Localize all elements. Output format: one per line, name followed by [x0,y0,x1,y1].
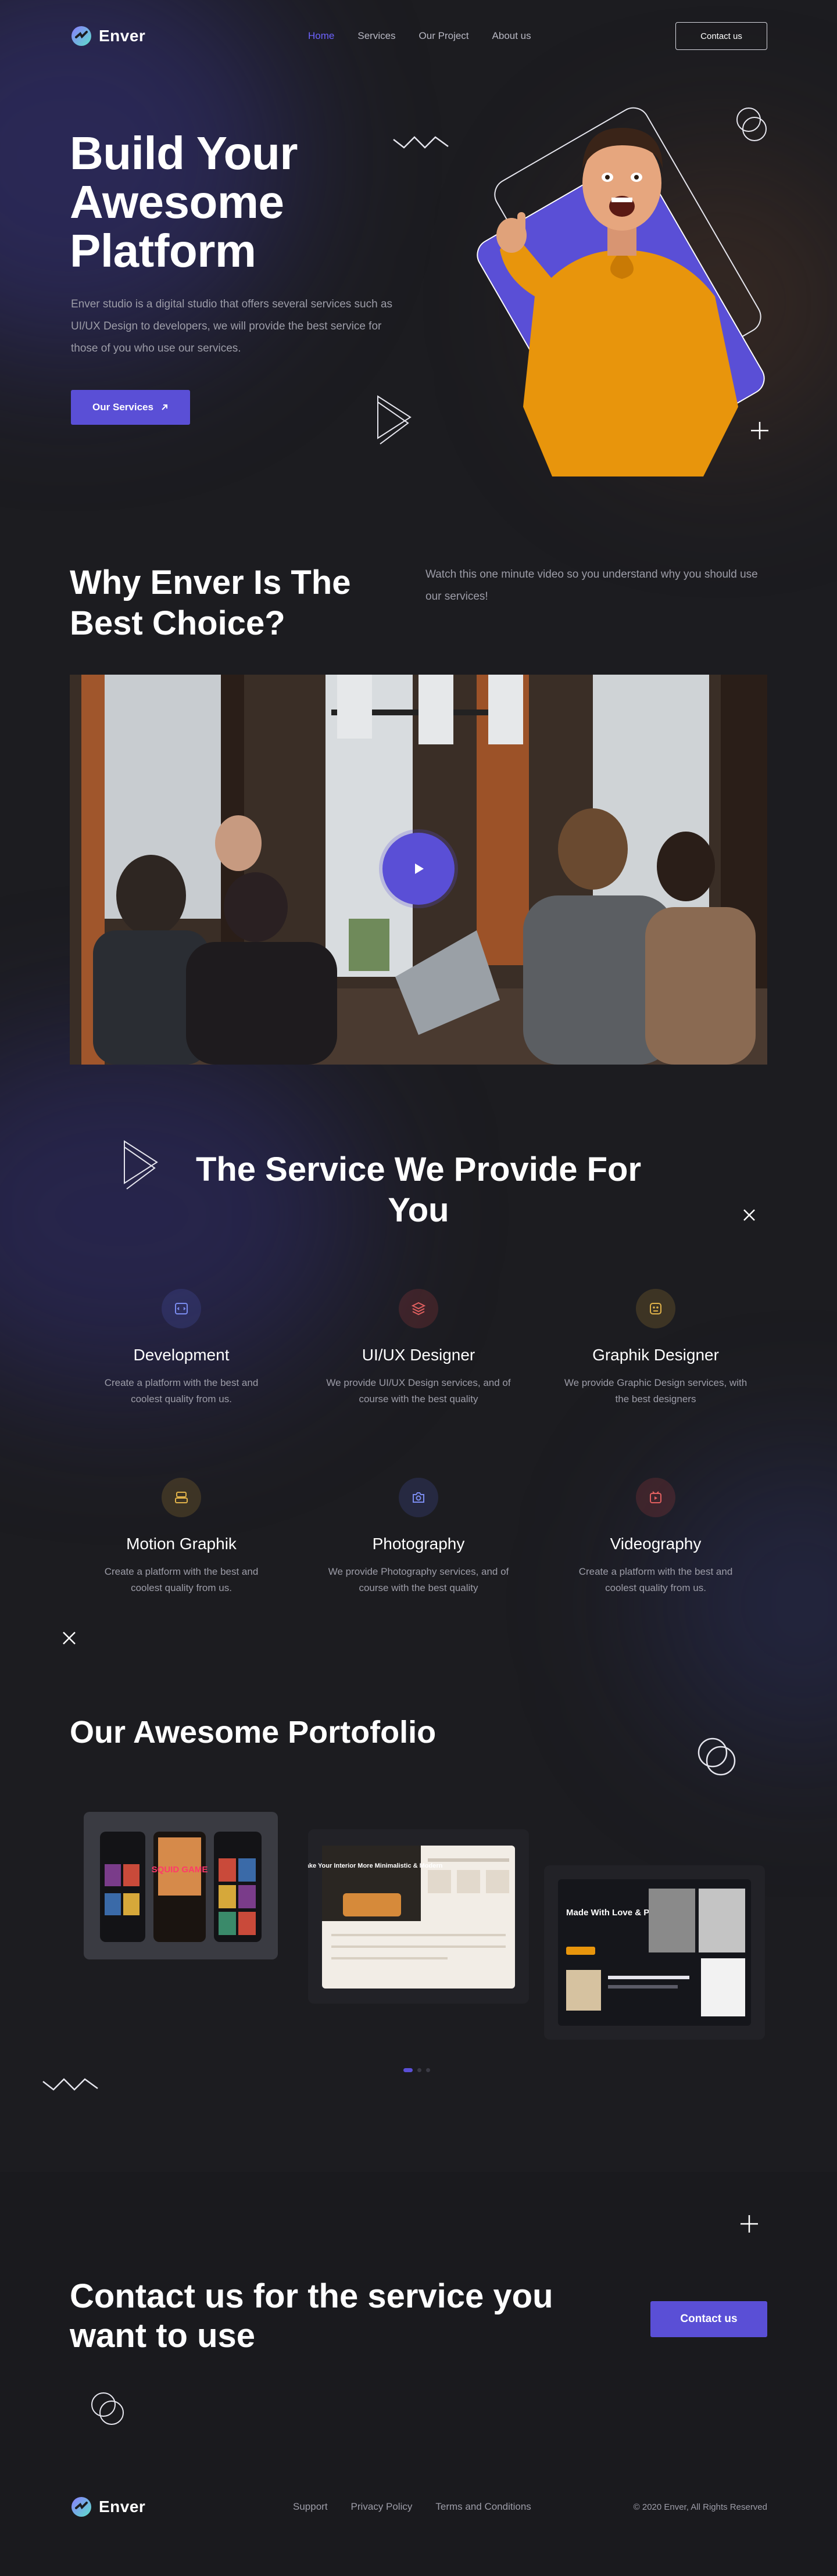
portfolio-card[interactable]: SQUID GAME [84,1812,278,1959]
service-card-graphik: Graphik Designer We provide Graphic Desi… [563,1289,749,1407]
nav-item-services[interactable]: Services [357,30,395,42]
service-card-ui-ux: UI/UX Designer We provide UI/UX Design s… [326,1289,512,1407]
logo-icon [71,2497,91,2517]
x-icon [743,1209,755,1221]
carousel-dot[interactable] [403,2068,413,2072]
footer-logo[interactable]: Enver [70,2495,145,2518]
footer-link-support[interactable]: Support [293,2501,328,2513]
zigzag-icon [393,136,449,149]
plus-icon [741,2215,758,2233]
portfolio-thumbnail-movies: SQUID GAME [100,1832,262,1942]
service-description: Create a platform with the best and cool… [578,1566,733,1593]
logo[interactable]: Enver [70,24,145,48]
hero-title: Build Your Awesome Platform [70,127,298,277]
zigzag-icon [42,2078,98,2091]
squid-game-badge: SQUID GAME [152,1865,208,1875]
carousel-dot[interactable] [426,2068,430,2072]
why-title: Why Enver Is The Best Choice? [70,564,351,642]
service-name: UI/UX Designer [362,1346,475,1364]
contact-us-button[interactable]: Contact us [650,2301,767,2337]
circles-icon [736,108,767,141]
service-description: We provide Graphic Design services, with… [564,1377,747,1405]
hero-person-image [496,128,738,476]
portfolio-thumbnail-interior: Make Your Interior More Minimalistic & M… [308,1846,515,1989]
footer-links: Support Privacy Policy Terms and Conditi… [293,2501,531,2513]
brand-name: Enver [99,2498,146,2516]
card2-headline: Make Your Interior More Minimalistic & M… [308,1862,443,1869]
layers-icon [399,1289,438,1328]
portfolio-card[interactable]: Make Your Interior More Minimalistic & M… [308,1829,529,2004]
nav-item-about-us[interactable]: About us [492,30,531,42]
video-player[interactable] [70,675,767,1065]
play-button[interactable] [382,833,455,905]
service-description: Create a platform with the best and cool… [104,1377,259,1405]
service-name: Graphik Designer [592,1346,719,1364]
service-description: We provide UI/UX Design services, and of… [326,1377,511,1405]
service-card-videography: Videography Create a platform with the b… [563,1478,749,1596]
play-outline-icon [124,1140,158,1190]
header: Enver Home Services Our Project About us… [70,22,767,50]
our-services-label: Our Services [92,402,153,413]
main-nav: Home Services Our Project About us [308,30,531,42]
circles-icon [91,2392,124,2425]
why-description: Watch this one minute video so you under… [425,568,758,603]
nav-item-our-project[interactable]: Our Project [419,30,469,42]
service-name: Motion Graphik [126,1535,237,1553]
brand-name: Enver [99,27,146,45]
x-icon [63,1632,76,1645]
contact-title: Contact us for the service you want to u… [70,2277,553,2355]
services-title: The Service We Provide For You [195,1151,642,1229]
service-name: Videography [610,1535,702,1553]
portfolio-thumbnail-purpose: Made With Love & Purpose [558,1879,751,2026]
page: Enver Home Services Our Project About us… [0,0,837,2576]
service-card-motion: Motion Graphik Create a platform with th… [88,1478,274,1596]
header-contact-button[interactable]: Contact us [675,22,767,50]
logo-icon [71,26,91,46]
service-description: We provide Photography services, and of … [328,1566,509,1593]
arrow-up-right-icon [162,404,167,410]
footer: Enver Support Privacy Policy Terms and C… [70,2493,767,2521]
play-outline-icon [377,395,412,445]
copyright: © 2020 Enver, All Rights Reserved [633,2502,767,2512]
service-card-photography: Photography We provide Photography servi… [326,1478,512,1596]
motion-icon [162,1478,201,1517]
carousel-dots [403,2068,430,2072]
hero-description: Enver studio is a digital studio that of… [71,298,393,354]
palette-icon [636,1289,675,1328]
service-description: Create a platform with the best and cool… [104,1566,259,1593]
service-card-development: Development Create a platform with the b… [88,1289,274,1407]
plus-icon [751,422,768,439]
play-icon [415,864,424,874]
portfolio-title: Our Awesome Portofolio [70,1715,437,1750]
carousel-dot[interactable] [417,2068,421,2072]
camera-icon [399,1478,438,1517]
service-name: Development [133,1346,230,1364]
code-icon [162,1289,201,1328]
video-icon [636,1478,675,1517]
portfolio-card[interactable]: Made With Love & Purpose [544,1865,765,2040]
footer-link-terms[interactable]: Terms and Conditions [435,2501,531,2513]
footer-link-privacy[interactable]: Privacy Policy [351,2501,413,2513]
nav-item-home[interactable]: Home [308,30,334,42]
circles-icon [698,1737,736,1776]
our-services-button[interactable]: Our Services [71,390,190,425]
service-name: Photography [372,1535,465,1553]
